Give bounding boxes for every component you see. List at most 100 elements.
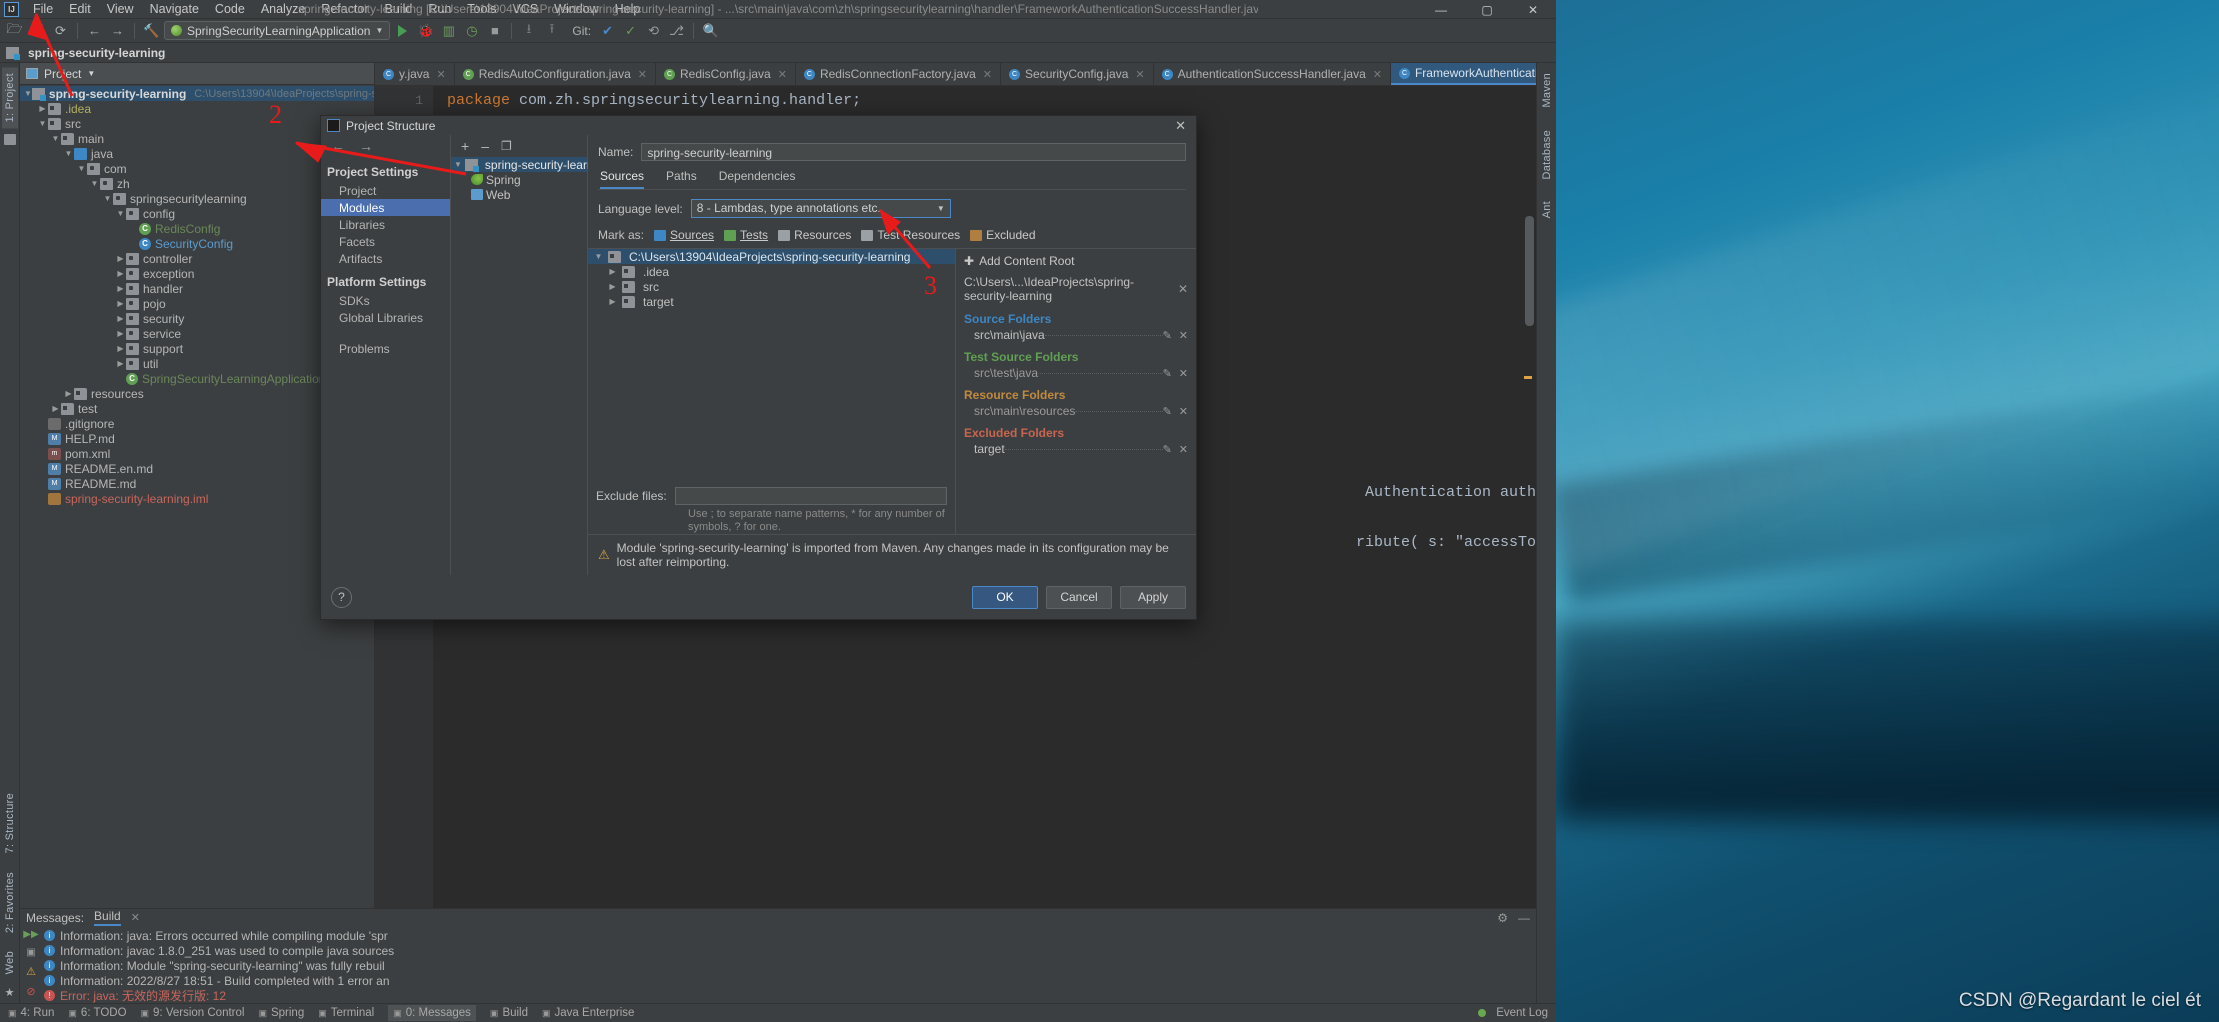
error-filter-icon[interactable]: ⊘ (26, 985, 35, 998)
editor-tab[interactable]: C RedisConnectionFactory.java ✕ (796, 63, 1002, 85)
mark-as-tests-button[interactable]: Tests (724, 228, 768, 242)
chevron-down-icon[interactable]: ▼ (37, 119, 48, 128)
debug-button[interactable]: 🐞 (415, 20, 436, 41)
close-icon[interactable]: ✕ (983, 68, 992, 81)
help-button[interactable]: ? (331, 586, 352, 608)
menu-item-edit[interactable]: Edit (61, 1, 99, 17)
message-row[interactable]: ! Error: java: 无效的源发行版: 12 (44, 988, 1536, 1003)
dialog-nav-item-problems[interactable]: Problems (321, 340, 450, 357)
messages-list[interactable]: i Information: java: Errors occurred whil… (42, 926, 1536, 1003)
status-bar-item[interactable]: ▣ Spring (258, 1007, 304, 1019)
chevron-right-icon[interactable]: ▶ (607, 282, 618, 291)
remove-icon[interactable]: ✕ (1179, 329, 1188, 342)
status-bar-item[interactable]: ▣ 6: TODO (68, 1007, 126, 1019)
mark-as-resources-button[interactable]: Resources (778, 228, 851, 242)
tool-window-maven[interactable]: Maven (1539, 67, 1555, 114)
chevron-right-icon[interactable]: ▶ (115, 284, 126, 293)
close-icon[interactable]: ✕ (638, 68, 647, 81)
compile-icon[interactable]: 🔨 (141, 20, 162, 41)
status-bar-item[interactable]: ▣ Terminal (318, 1007, 374, 1019)
dialog-nav-item-modules[interactable]: Modules (321, 199, 450, 216)
chevron-right-icon[interactable]: ▶ (115, 359, 126, 368)
dialog-tab-dependencies[interactable]: Dependencies (719, 169, 796, 189)
editor-tab[interactable]: C AuthenticationSuccessHandler.java ✕ (1154, 63, 1391, 85)
forward-icon[interactable]: → (107, 20, 128, 41)
chevron-right-icon[interactable]: ▶ (607, 267, 618, 276)
chevron-down-icon[interactable]: ▼ (50, 134, 61, 143)
tool-window-ant[interactable]: Ant (1539, 195, 1555, 224)
folder-section-value-row[interactable]: src\main\java ✎ ✕ (956, 327, 1196, 343)
status-bar-item[interactable]: ▣ 4: Run (8, 1007, 54, 1019)
module-tree[interactable]: ▼ spring-security-learning Spring Web (451, 156, 610, 575)
dialog-nav-item-project[interactable]: Project (321, 182, 450, 199)
project-tree-item[interactable]: ▶ .idea (20, 101, 374, 116)
module-tree-item[interactable]: ▼ spring-security-learning (451, 157, 610, 172)
git-commit-icon[interactable]: ✓ (620, 20, 641, 41)
dialog-tab-sources[interactable]: Sources (600, 169, 645, 189)
project-tree-item[interactable]: ▼ spring-security-learning C:\Users\13904\… (20, 86, 374, 101)
editor-tab[interactable]: Cy.java ✕ (375, 63, 455, 85)
add-module-button[interactable]: + (461, 138, 469, 154)
chevron-down-icon[interactable]: ▼ (76, 164, 87, 173)
close-icon[interactable]: ✕ (436, 68, 445, 81)
apply-button[interactable]: Apply (1120, 585, 1186, 609)
add-content-root-button[interactable]: ✚ Add Content Root (956, 249, 1196, 273)
chevron-right-icon[interactable]: ▶ (115, 269, 126, 278)
stop-button[interactable]: ■ (484, 20, 505, 41)
back-icon[interactable]: ← (84, 20, 105, 41)
tool-window-favorites[interactable]: 2: Favorites (2, 866, 18, 939)
git-update-icon[interactable]: ✔ (597, 20, 618, 41)
menu-item-view[interactable]: View (99, 1, 142, 17)
save-all-icon[interactable]: 🖫 (27, 20, 48, 41)
chevron-right-icon[interactable]: ▶ (115, 329, 126, 338)
edit-icon[interactable]: ✎ (1163, 405, 1172, 418)
chevron-down-icon[interactable]: ▼ (24, 89, 32, 98)
cancel-button[interactable]: Cancel (1046, 585, 1112, 609)
editor-tab[interactable]: C RedisAutoConfiguration.java ✕ (455, 63, 656, 85)
chevron-right-icon[interactable]: ▶ (115, 299, 126, 308)
menu-item-file[interactable]: File (25, 1, 61, 17)
chevron-down-icon[interactable]: ▼ (102, 194, 113, 203)
nav-forward-icon[interactable]: → (359, 138, 373, 154)
chevron-down-icon[interactable]: ▼ (454, 160, 462, 169)
update-project-icon[interactable]: ⭳ (518, 20, 539, 41)
event-log-label[interactable]: Event Log (1496, 1007, 1548, 1019)
search-everywhere-icon[interactable]: 🔍 (700, 20, 721, 41)
tool-window-project[interactable]: 1: Project (1, 67, 18, 129)
tool-window-web[interactable]: Web (2, 945, 18, 980)
dialog-tab-paths[interactable]: Paths (666, 169, 697, 189)
status-bar-item[interactable]: ▣ Build (490, 1007, 528, 1019)
close-button[interactable]: ✕ (1510, 0, 1556, 19)
module-detail-tabs[interactable]: Sources Paths Dependencies (588, 161, 1196, 189)
remove-content-root-icon[interactable]: ✕ (1178, 282, 1188, 296)
chevron-down-icon[interactable]: ▼ (115, 209, 126, 218)
menu-item-navigate[interactable]: Navigate (142, 1, 207, 17)
project-settings-nav[interactable]: Project Modules Libraries Facets Artifacts (321, 182, 450, 267)
run-configuration-selector[interactable]: SpringSecurityLearningApplication ▼ (164, 21, 391, 40)
close-icon[interactable]: ✕ (778, 68, 787, 81)
dialog-nav-item-libraries[interactable]: Libraries (321, 216, 450, 233)
module-name-input[interactable]: spring-security-learning (641, 143, 1186, 161)
message-row[interactable]: i Information: Module "spring-security-le… (44, 958, 1536, 973)
remove-icon[interactable]: ✕ (1179, 405, 1188, 418)
run-button[interactable] (392, 20, 413, 41)
content-tree-item[interactable]: ▶ .idea (588, 264, 955, 279)
dialog-nav-item-sdks[interactable]: SDKs (321, 292, 450, 309)
git-branch-icon[interactable]: ⎇ (666, 20, 687, 41)
message-row[interactable]: i Information: java: Errors occurred whil… (44, 928, 1536, 943)
status-bar-item[interactable]: ▣ Java Enterprise (542, 1007, 634, 1019)
expand-all-icon[interactable]: ▶▶ (23, 929, 38, 940)
settings-gear-icon[interactable]: ⚙ (1497, 911, 1508, 925)
warning-filter-icon[interactable]: ⚠ (26, 965, 36, 978)
content-tree-item[interactable]: ▼ C:\Users\13904\IdeaProjects\spring-secu… (588, 249, 955, 264)
content-tree-item[interactable]: ▶ target (588, 294, 955, 309)
edit-icon[interactable]: ✎ (1163, 329, 1172, 342)
dialog-nav-item-global-libraries[interactable]: Global Libraries (321, 309, 450, 326)
language-level-combo[interactable]: 8 - Lambdas, type annotations etc. ▼ (690, 199, 951, 218)
tool-window-structure[interactable]: 7: Structure (2, 787, 18, 859)
dialog-nav-item-facets[interactable]: Facets (321, 233, 450, 250)
folder-section-value-row[interactable]: target ✎ ✕ (956, 441, 1196, 457)
editor-tab[interactable]: C FrameworkAuthenticationSuccessHandler.j… (1390, 63, 1536, 85)
chevron-right-icon[interactable]: ▶ (607, 297, 618, 306)
git-history-icon[interactable]: ⟲ (643, 20, 664, 41)
